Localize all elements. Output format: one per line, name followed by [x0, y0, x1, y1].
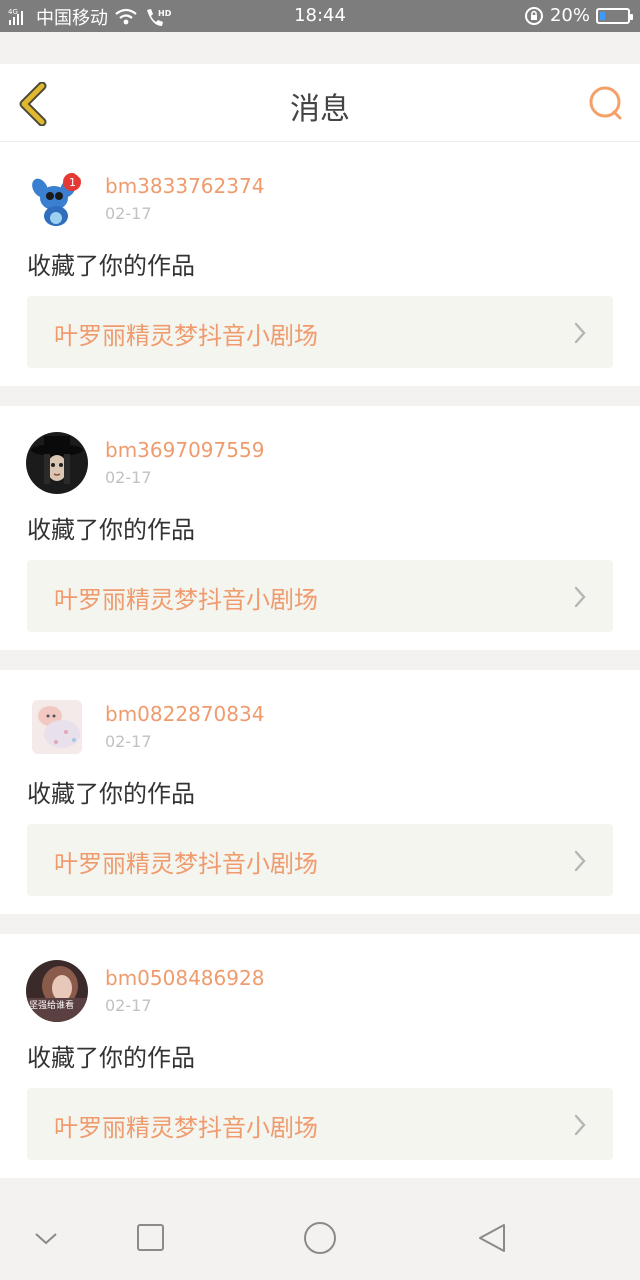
message-date: 02-17: [105, 468, 152, 487]
baby-avatar[interactable]: [26, 696, 88, 758]
triangle-back-icon[interactable]: [474, 1220, 510, 1256]
work-title: 叶罗丽精灵梦抖音小剧场: [54, 850, 318, 878]
username[interactable]: bm3697097559: [105, 438, 264, 462]
chevron-right-icon: [573, 1114, 587, 1136]
page-title: 消息: [290, 92, 350, 127]
search-icon[interactable]: [586, 84, 626, 124]
status-bar: 4G 中国移动 HD 18:44 20%: [0, 0, 640, 32]
action-text: 收藏了你的作品: [27, 252, 195, 280]
work-link[interactable]: 叶罗丽精灵梦抖音小剧场: [27, 1088, 613, 1160]
action-text: 收藏了你的作品: [27, 1044, 195, 1072]
status-right: 20%: [524, 5, 633, 26]
username[interactable]: bm0508486928: [105, 966, 264, 990]
message-list: 1 bm3833762374 02-17 收藏了你的作品 叶罗丽精灵梦抖音小剧场: [0, 142, 640, 1178]
avatar-caption: 坚强给谁看: [29, 999, 74, 1011]
message-date: 02-17: [105, 204, 152, 223]
chevron-right-icon: [573, 322, 587, 344]
stitch-avatar[interactable]: 1: [26, 168, 88, 230]
circle-icon[interactable]: [302, 1220, 338, 1256]
battery-fill: [600, 11, 605, 20]
message-date: 02-17: [105, 732, 152, 751]
message-card: bm0822870834 02-17 收藏了你的作品 叶罗丽精灵梦抖音小剧场: [0, 670, 640, 914]
header: 消息: [0, 64, 640, 142]
chevron-down-icon[interactable]: [28, 1220, 64, 1256]
work-link[interactable]: 叶罗丽精灵梦抖音小剧场: [27, 296, 613, 368]
dark-hat-avatar[interactable]: [26, 432, 88, 494]
system-nav-bar: [0, 1194, 640, 1280]
chevron-right-icon: [573, 850, 587, 872]
username[interactable]: bm0822870834: [105, 702, 264, 726]
work-title: 叶罗丽精灵梦抖音小剧场: [54, 322, 318, 350]
svg-text:1: 1: [69, 176, 76, 189]
work-title: 叶罗丽精灵梦抖音小剧场: [54, 586, 318, 614]
username[interactable]: bm3833762374: [105, 174, 264, 198]
square-icon[interactable]: [133, 1220, 169, 1256]
work-title: 叶罗丽精灵梦抖音小剧场: [54, 1114, 318, 1142]
girl-avatar[interactable]: 坚强给谁看: [26, 960, 88, 1022]
message-card: bm3697097559 02-17 收藏了你的作品 叶罗丽精灵梦抖音小剧场: [0, 406, 640, 650]
work-link[interactable]: 叶罗丽精灵梦抖音小剧场: [27, 824, 613, 896]
battery-percent: 20%: [549, 5, 590, 26]
action-text: 收藏了你的作品: [27, 516, 195, 544]
action-text: 收藏了你的作品: [27, 780, 195, 808]
message-date: 02-17: [105, 996, 152, 1015]
message-card: 1 bm3833762374 02-17 收藏了你的作品 叶罗丽精灵梦抖音小剧场: [0, 142, 640, 386]
battery-icon: [596, 7, 633, 24]
message-card: 坚强给谁看 bm0508486928 02-17 收藏了你的作品 叶罗丽精灵梦抖…: [0, 934, 640, 1178]
work-link[interactable]: 叶罗丽精灵梦抖音小剧场: [27, 560, 613, 632]
rotation-lock-icon: [524, 6, 544, 26]
chevron-right-icon: [573, 586, 587, 608]
